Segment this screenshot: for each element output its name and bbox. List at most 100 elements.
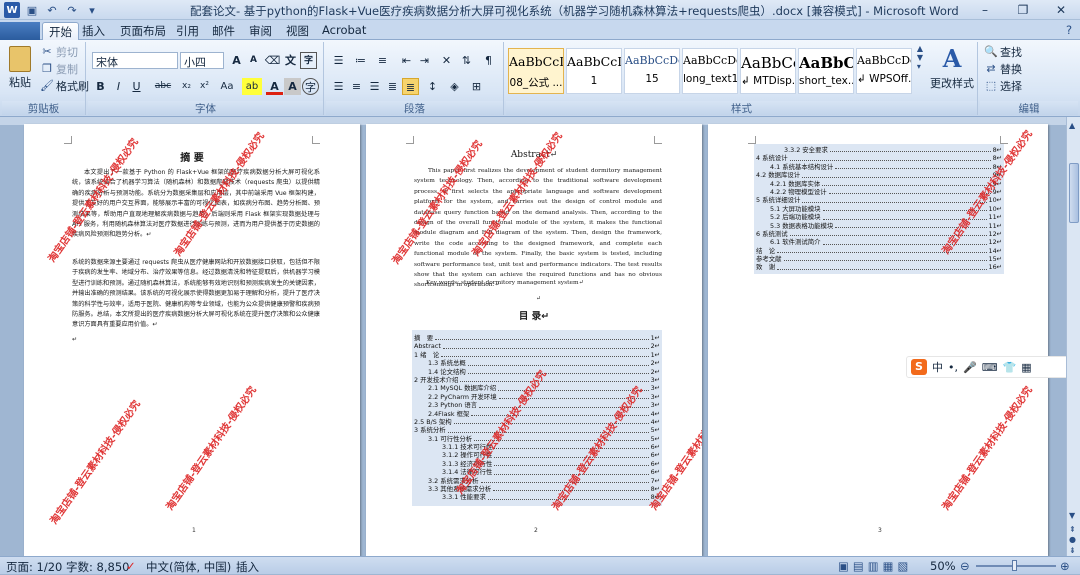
tab-mailings[interactable]: 邮件	[206, 22, 241, 40]
microphone-icon[interactable]: 🎤	[963, 361, 977, 374]
toc-entry[interactable]: 4 系统设计 8↵	[756, 154, 1002, 162]
view-buttons[interactable]: ▣▤▥▦▧	[838, 559, 912, 573]
cut-button[interactable]: ✂ 剪切	[40, 44, 78, 60]
tab-review[interactable]: 审阅	[243, 22, 278, 40]
change-case-button[interactable]: Aa	[216, 78, 238, 95]
scroll-thumb[interactable]	[1069, 163, 1079, 223]
tab-view[interactable]: 视图	[280, 22, 315, 40]
prev-page-icon[interactable]: ⇞	[1069, 525, 1076, 534]
language-status[interactable]: 中文(简体, 中国)	[146, 559, 231, 575]
align-left-icon[interactable]: ☰	[330, 78, 347, 95]
clear-format-icon[interactable]: ⌫	[264, 52, 281, 69]
help-icon[interactable]: ?	[1060, 22, 1078, 40]
insert-mode-status[interactable]: 插入	[236, 559, 259, 575]
format-painter-button[interactable]: 🖌 格式刷	[40, 78, 89, 94]
style-item[interactable]: AaBbCc↲ MTDisp...	[740, 48, 796, 94]
bullets-icon[interactable]: ☰	[330, 52, 347, 69]
toc-entry[interactable]: 3.1.2 操作可行性 6↵	[414, 451, 660, 459]
browse-object-icon[interactable]: ●	[1069, 535, 1076, 544]
italic-button[interactable]: I	[110, 78, 127, 95]
toc-entry[interactable]: 1 绪 论 1↵	[414, 351, 660, 359]
minimize-button[interactable]: –	[966, 0, 1004, 20]
shrink-font-button[interactable]: A	[245, 52, 262, 69]
toc-entry[interactable]: 摘 要 1↵	[414, 334, 660, 342]
toc-entry[interactable]: 3.1.3 经济可行性 6↵	[414, 460, 660, 468]
tab-home[interactable]: 开始	[42, 22, 79, 40]
highlight-button[interactable]: ab	[242, 78, 262, 95]
document-page-2[interactable]: Abstract↵ This paper first realizes the …	[366, 124, 702, 556]
toc-entry[interactable]: 4.2.1 数据库实体 9↵	[756, 180, 1002, 188]
copy-button[interactable]: ❐ 复制	[40, 61, 78, 77]
scroll-up-icon[interactable]: ▲	[1069, 121, 1075, 130]
tab-insert[interactable]: 插入	[76, 22, 111, 40]
bold-button[interactable]: B	[92, 78, 109, 95]
grow-font-button[interactable]: A	[228, 52, 245, 69]
toc-entry[interactable]: 5 系统详细设计 10↵	[756, 196, 1002, 204]
numbering-icon[interactable]: ≔	[352, 52, 369, 69]
word-count-status[interactable]: 字数: 8,850	[66, 559, 129, 575]
font-size-select[interactable]: 小四	[180, 52, 224, 69]
next-page-icon[interactable]: ⇟	[1069, 546, 1076, 555]
borders-icon[interactable]: ⊞	[468, 78, 485, 95]
styles-scroll-icon[interactable]: ▲ ▼ ▾	[914, 44, 926, 71]
change-styles-button[interactable]: A 更改样式	[930, 44, 974, 91]
toc-entry[interactable]: Abstract 2↵	[414, 342, 660, 350]
restore-button[interactable]: ❐	[1004, 0, 1042, 20]
find-button[interactable]: 🔍 查找	[984, 44, 1022, 60]
chinese-layout-icon[interactable]: ✕	[438, 52, 455, 69]
font-color-button[interactable]: A	[266, 78, 283, 95]
toc-entry[interactable]: 6.1 软件测试简介 12↵	[756, 238, 1002, 246]
tab-page-layout[interactable]: 页面布局	[114, 22, 172, 40]
tab-references[interactable]: 引用	[170, 22, 205, 40]
toc-entry[interactable]: 4.1 系统基本结构设计 8↵	[756, 163, 1002, 171]
line-spacing-icon[interactable]: ↕	[424, 78, 441, 95]
save-icon[interactable]: ▣	[24, 2, 40, 18]
phonetic-guide-button[interactable]: 文	[282, 52, 299, 69]
show-marks-icon[interactable]: ¶	[480, 52, 497, 69]
page-count-status[interactable]: 页面: 1/20	[6, 559, 62, 575]
word-app-icon[interactable]: W	[4, 2, 20, 18]
subscript-button[interactable]: x₂	[178, 78, 195, 95]
document-page-3[interactable]: 3.3.2 安全要求 8↵ 4 系统设计 8↵ 4.1 系统基本结构设计 8↵ 4.2 数据…	[708, 124, 1048, 556]
decrease-indent-icon[interactable]: ⇤	[398, 52, 415, 69]
style-item[interactable]: AaBbCcDdI15	[624, 48, 680, 94]
zoom-level[interactable]: 50%	[930, 559, 956, 573]
toc-entry[interactable]: 3.3.2 安全要求 8↵	[756, 146, 1002, 154]
align-center-icon[interactable]: ≡	[348, 78, 365, 95]
style-item[interactable]: AaBbC short_tex...	[798, 48, 854, 94]
undo-icon[interactable]: ↶	[44, 2, 60, 18]
style-item[interactable]: AaBbCcI 1	[566, 48, 622, 94]
increase-indent-icon[interactable]: ⇥	[416, 52, 433, 69]
align-right-icon[interactable]: ☰	[366, 78, 383, 95]
style-item[interactable]: AaBbCcDd↲ WPSOff...	[856, 48, 912, 94]
style-item[interactable]: AaBbCcDdlong_text1	[682, 48, 738, 94]
underline-button[interactable]: U	[128, 78, 145, 95]
distributed-icon[interactable]: ≣	[402, 78, 419, 95]
scroll-down-icon[interactable]: ▼	[1069, 511, 1075, 520]
ime-punct-toggle[interactable]: •,	[948, 361, 958, 374]
replace-button[interactable]: ⇄ 替换	[984, 61, 1022, 77]
close-button[interactable]: ✕	[1042, 0, 1080, 20]
redo-icon[interactable]: ↷	[64, 2, 80, 18]
justify-icon[interactable]: ≣	[384, 78, 401, 95]
toc-entry[interactable]: 结 论 14↵	[756, 247, 1002, 255]
toc-entry[interactable]: 4.2 数据库设计 9↵	[756, 171, 1002, 179]
qat-more-icon[interactable]: ▾	[84, 2, 100, 18]
proofing-icon[interactable]: ✓	[126, 559, 136, 573]
toc-entry[interactable]: 3.1 可行性分析 5↵	[414, 435, 660, 443]
toolbox-icon[interactable]: ▦	[1021, 361, 1031, 374]
vertical-scrollbar[interactable]: ▲ ▼ ⇞ ● ⇟	[1066, 117, 1080, 556]
zoom-in-button[interactable]: ⊕	[1060, 559, 1070, 573]
toc-entry[interactable]: 3.2 系统需求分析 7↵	[414, 477, 660, 485]
office-button[interactable]	[0, 22, 40, 40]
ime-toolbar[interactable]: S 中 •, 🎤 ⌨ 👕 ▦	[906, 356, 1078, 378]
document-page-1[interactable]: 摘 要 本文提出了一款基于 Python 的 Flask+Vue 框架的医疗疾病…	[24, 124, 360, 556]
strikethrough-button[interactable]: abc	[152, 78, 174, 95]
toc-entry[interactable]: 3.1.4 法律可行性 6↵	[414, 468, 660, 476]
style-item[interactable]: AaBbCcI 08_公式 ...	[508, 48, 564, 94]
tab-acrobat[interactable]: Acrobat	[316, 22, 372, 40]
char-border-button[interactable]: 字	[300, 52, 317, 69]
toc-entry[interactable]: 参考文献 15↵	[756, 255, 1002, 263]
keyboard-icon[interactable]: ⌨	[982, 361, 998, 374]
zoom-slider-thumb[interactable]	[1012, 560, 1017, 571]
